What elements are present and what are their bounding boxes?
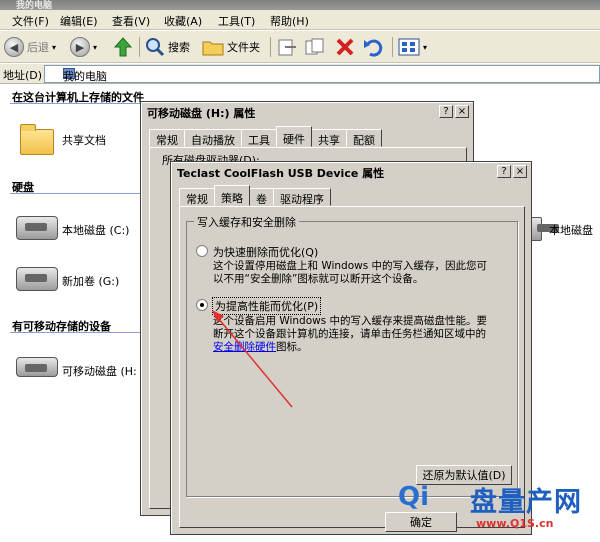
tab-hardware[interactable]: 硬件 [276,126,312,147]
watermark-url: www.Q1S.cn [476,517,554,530]
watermark-main-text: 盘量产网 [470,487,582,518]
watermark-left-text: Qi [398,482,430,512]
annotation-arrow [212,310,293,408]
tab-policies[interactable]: 策略 [214,185,250,206]
